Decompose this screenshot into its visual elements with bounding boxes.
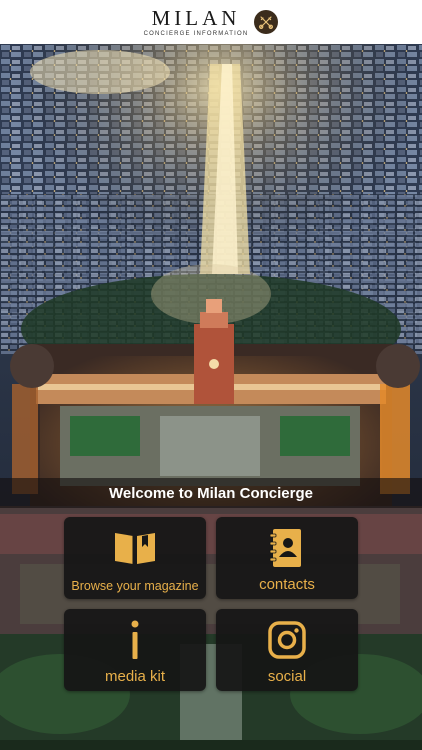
social-button[interactable]: social [216, 609, 358, 691]
open-book-icon [112, 526, 158, 570]
contacts-button[interactable]: contacts [216, 517, 358, 599]
welcome-banner: Welcome to Milan Concierge [0, 478, 422, 508]
social-label: social [267, 668, 307, 685]
welcome-text: Welcome to Milan Concierge [109, 484, 313, 502]
app-header: MILAN CONCIERGE INFORMATION [0, 0, 422, 44]
milan-concierge-logo: MILAN CONCIERGE INFORMATION [143, 5, 279, 37]
app-screen: MILAN CONCIERGE INFORMATION Welcome to M… [0, 0, 422, 750]
logo-wordmark: MILAN CONCIERGE INFORMATION [143, 5, 249, 37]
crossed-keys-icon [254, 10, 279, 34]
main-menu: Browse your magazine contacts media kit … [64, 517, 358, 691]
logo-subtitle: CONCIERGE INFORMATION [143, 30, 249, 37]
media-kit-label: media kit [104, 668, 166, 685]
info-icon [127, 618, 143, 662]
browse-magazine-label: Browse your magazine [71, 579, 199, 593]
media-kit-button[interactable]: media kit [64, 609, 206, 691]
instagram-icon [267, 618, 307, 662]
contacts-label: contacts [259, 576, 315, 593]
logo-title: MILAN [151, 5, 241, 30]
browse-magazine-button[interactable]: Browse your magazine [64, 517, 206, 599]
address-book-icon [268, 526, 306, 570]
